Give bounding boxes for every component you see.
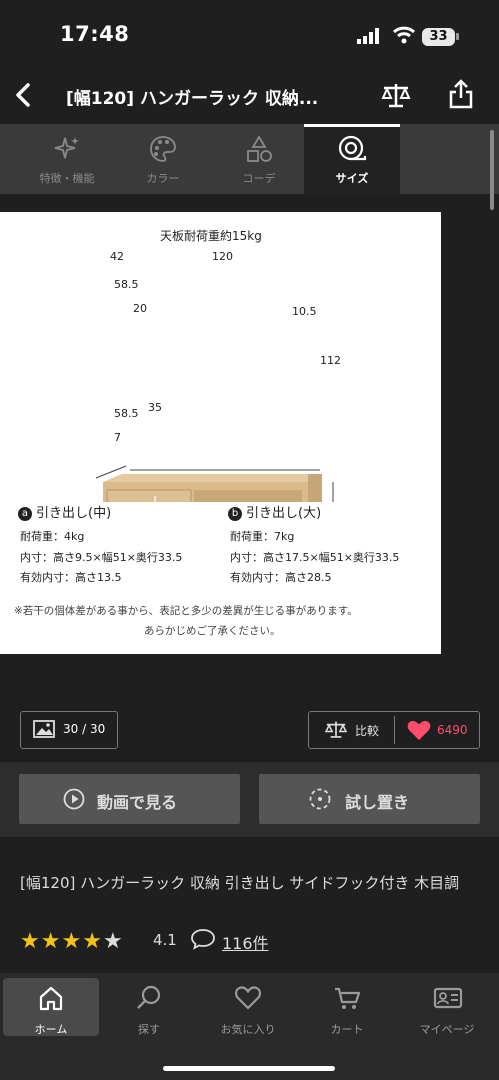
product-name: [幅120] ハンガーラック 収納 引き出し サイドフック付き 木目調	[20, 874, 460, 892]
drawer-a-effective: 有効内寸：高さ13.5	[20, 571, 122, 584]
dim-depth: 42	[110, 250, 124, 263]
page-title: [幅120] ハンガーラック 収納...	[66, 89, 319, 109]
dim-d4: 35	[148, 401, 162, 414]
dim-d2: 20	[133, 302, 147, 315]
tab-color-label: カラー	[146, 172, 180, 185]
tab-coordinate[interactable]: コーデ	[211, 124, 307, 194]
dim-d1: 58.5	[114, 278, 139, 291]
nav-mypage[interactable]: マイページ	[399, 978, 495, 1036]
photo-gallery-button[interactable]: 30 / 30	[20, 711, 118, 749]
drawer-b-effective: 有効内寸：高さ28.5	[230, 571, 332, 584]
heart-icon[interactable]	[407, 720, 431, 741]
tape-measure-icon	[338, 135, 367, 161]
nav-mypage-label: マイページ	[419, 1023, 475, 1036]
sparkle-icon	[54, 137, 79, 159]
star-icon: ★	[82, 929, 103, 954]
nav-cart[interactable]: カート	[299, 978, 395, 1036]
battery-cap	[456, 33, 459, 40]
cart-icon	[335, 987, 361, 1009]
image-icon	[33, 720, 55, 738]
status-bar: 17:48 33	[0, 0, 499, 62]
rating-value: 4.1	[153, 931, 177, 949]
divider	[394, 716, 395, 744]
feature-tabs: 特徴・機能 カラー コーデ サイズ	[0, 124, 499, 194]
bottom-navigation: ホーム 探す お気に入り カート マイページ	[0, 973, 499, 1080]
drawer-b-badge: b	[228, 506, 242, 521]
tab-size-label: サイズ	[335, 172, 369, 185]
drawer-b-load: 耐荷重：7kg	[230, 530, 295, 543]
tab-features[interactable]: 特徴・機能	[19, 124, 115, 194]
watch-video-label: 動画で見る	[97, 793, 178, 812]
dim-height: 112	[320, 354, 341, 367]
battery-indicator: 33	[422, 28, 455, 46]
home-icon	[39, 986, 63, 1011]
signal-icon	[357, 28, 379, 44]
favorite-count: 6490	[437, 723, 468, 737]
drawer-b-title: b 引き出し(大)	[228, 502, 321, 521]
action-buttons: 動画で見る 試し置き	[0, 762, 499, 837]
compare-label[interactable]: 比較	[355, 722, 379, 739]
star-icon: ★	[61, 929, 83, 954]
dim-inner-depth: 38.5	[218, 437, 243, 450]
star-icon: ★	[20, 929, 41, 954]
nav-cart-label: カート	[330, 1023, 364, 1036]
ar-icon	[309, 788, 331, 810]
tab-size[interactable]: サイズ	[304, 124, 400, 194]
drawer-b-title-text: 引き出し(大)	[246, 506, 322, 521]
dim-width: 120	[212, 250, 233, 263]
star-icon: ★	[102, 929, 124, 954]
watch-video-button[interactable]: 動画で見る	[19, 774, 240, 824]
dim-d3: 58.5	[114, 407, 139, 420]
try-placement-label: 試し置き	[345, 793, 410, 812]
tab-features-label: 特徴・機能	[39, 172, 95, 185]
scale-icon[interactable]	[323, 720, 349, 740]
nav-home-label: ホーム	[34, 1023, 68, 1036]
tab-color[interactable]: カラー	[115, 124, 211, 194]
try-placement-button[interactable]: 試し置き	[259, 774, 480, 824]
hanger-label-2: 耐荷重約15kg	[200, 334, 282, 348]
search-icon	[137, 985, 161, 1009]
heart-icon	[235, 986, 261, 1010]
dim-d5: 7	[114, 431, 121, 444]
review-count-link[interactable]: 116件	[222, 930, 269, 954]
id-card-icon	[433, 987, 463, 1009]
nav-favorites-label: お気に入り	[220, 1023, 276, 1036]
dim-rod-gap: 10.5	[292, 305, 317, 318]
app-header: [幅120] ハンガーラック 収納...	[0, 62, 499, 124]
scrollbar[interactable]	[490, 130, 494, 210]
photo-count: 30 / 30	[63, 722, 106, 736]
star-icon: ★	[40, 929, 62, 954]
dim-inner-width: 59	[232, 377, 246, 390]
nav-search-label: 探す	[138, 1023, 160, 1036]
star-rating: ★★★★★	[20, 929, 124, 954]
drawer-a-title-text: 引き出し(中)	[36, 506, 112, 521]
nav-home[interactable]: ホーム	[3, 978, 99, 1036]
scale-icon[interactable]	[380, 82, 412, 110]
product-image: 天板耐荷重約15kg 42 120 112 58.5 20 58.5 35 7 …	[0, 212, 441, 654]
drawer-a-badge: a	[18, 506, 32, 521]
drawer-b-inner: 内寸：高さ17.5×幅51×奥行33.5	[230, 551, 400, 564]
palette-icon	[150, 136, 176, 162]
home-indicator	[163, 1066, 335, 1071]
nav-favorites[interactable]: お気に入り	[200, 978, 296, 1036]
status-time: 17:48	[60, 22, 130, 46]
drawer-a-title: a 引き出し(中)	[18, 502, 111, 521]
play-icon	[63, 788, 85, 810]
tab-coordinate-label: コーデ	[242, 172, 276, 185]
drawer-a-load: 耐荷重：4kg	[20, 530, 85, 543]
share-icon[interactable]	[447, 78, 475, 110]
note-line-1: ※若干の個体差がある事から、表記と多少の差異が生じる事があります。	[14, 605, 358, 617]
top-load-label: 天板耐荷重約15kg	[160, 229, 262, 243]
note-line-2: あらかじめご了承ください。	[144, 625, 281, 637]
wifi-icon	[393, 26, 415, 44]
chevron-left-icon[interactable]	[10, 80, 40, 110]
action-box: 比較 6490	[308, 711, 480, 749]
drawer-a-inner: 内寸：高さ9.5×幅51×奥行33.5	[20, 551, 183, 564]
nav-search[interactable]: 探す	[101, 978, 197, 1036]
shapes-icon	[247, 135, 272, 162]
comment-icon[interactable]	[190, 928, 216, 950]
